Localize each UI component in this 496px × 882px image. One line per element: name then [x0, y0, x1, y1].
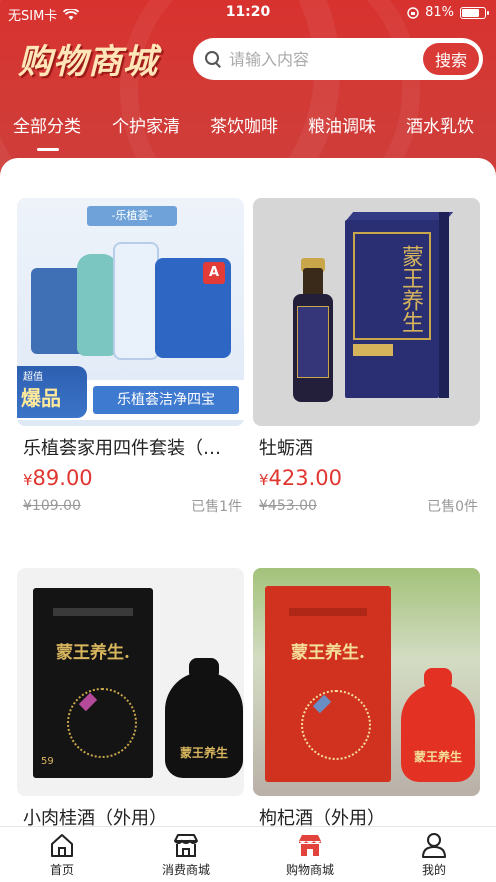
orientation-lock-icon [407, 6, 419, 19]
status-bar: 无SIM卡 11:20 81% [0, 0, 496, 26]
product-image: 蒙王养生. 59 蒙王养生 [17, 568, 244, 796]
tab-tea-coffee[interactable]: 茶饮咖啡 [210, 112, 278, 137]
battery-fill [462, 8, 479, 17]
gift-box: 蒙王养生. 59 [33, 588, 153, 778]
battery-percent: 81% [425, 5, 454, 20]
product-card[interactable]: 蒙王养生. 蒙王养生 枸杞酒（外用） [253, 568, 480, 828]
search-bar: 搜索 [193, 38, 483, 80]
tab-drinks[interactable]: 酒水乳饮 [406, 112, 474, 137]
box-swirl [67, 688, 137, 758]
product-card[interactable]: 蒙王养生. 59 蒙王养生 小肉桂酒（外用） [17, 568, 244, 828]
currency-symbol: ¥ [23, 471, 33, 489]
box-stripe [289, 608, 367, 616]
search-icon [205, 51, 221, 67]
box-title: 蒙王养生. [291, 643, 365, 663]
box-tag [353, 344, 393, 356]
product-price: ¥423.00 [259, 466, 342, 490]
bottle-text: 蒙王养生 [179, 746, 228, 760]
tabbar-label: 首页 [49, 863, 74, 877]
price-value: 89.00 [32, 466, 93, 490]
product-name: 乐植荟家用四件套装（… [23, 438, 221, 459]
product-image: -乐植荟- A 超值 爆品 乐植荟洁净四宝 [17, 198, 244, 426]
app-logo: 购物商城 [18, 42, 158, 82]
image-slogan: 乐植荟洁净四宝 [93, 386, 239, 414]
store-icon [174, 834, 198, 857]
box-title: 蒙王养生 [353, 232, 431, 340]
hot-badge: 超值 爆品 [17, 366, 87, 418]
tabbar-home[interactable]: 首页 [0, 827, 124, 882]
product-name: 牡蛎酒 [259, 438, 313, 459]
status-right: 81% [407, 5, 489, 20]
gourd-bottle [401, 684, 475, 782]
product-name: 枸杞酒（外用） [259, 808, 385, 828]
original-price: ¥453.00 [259, 498, 317, 514]
shop-icon [299, 835, 321, 856]
tabbar-mine[interactable]: 我的 [372, 827, 496, 882]
product-image: 蒙王养生 [253, 198, 480, 426]
tabbar-label: 购物商城 [285, 863, 334, 877]
pack-letter: A [203, 262, 225, 284]
price-value: 423.00 [268, 466, 343, 490]
battery-icon [460, 6, 489, 19]
search-input[interactable] [229, 49, 409, 69]
gift-box: 蒙王养生 [345, 220, 439, 398]
bottle-label [297, 306, 329, 378]
box-number: 59 [41, 756, 54, 767]
bottle-text: 蒙王养生 [413, 750, 462, 764]
bottom-tab-bar: 首页 消费商城 购物商城 我的 [0, 826, 496, 882]
user-icon [422, 833, 446, 858]
hot-badge-big: 爆品 [21, 386, 61, 410]
tab-grain-oil[interactable]: 粮油调味 [308, 112, 376, 137]
tabbar-label: 我的 [421, 863, 446, 877]
product-card[interactable]: 蒙王养生 牡蛎酒 ¥423.00 ¥453.00 已售0件 [253, 198, 480, 528]
tabbar-consume-mall[interactable]: 消费商城 [124, 827, 248, 882]
product-grid: -乐植荟- A 超值 爆品 乐植荟洁净四宝 乐植荟家用四件套装（… ¥89.00… [0, 158, 496, 828]
category-tabs: 全部分类 个护家清 茶饮咖啡 粮油调味 酒水乳饮 [0, 112, 496, 152]
gift-box: 蒙王养生. [265, 586, 391, 782]
sold-count: 已售1件 [191, 499, 242, 515]
original-price: ¥109.00 [23, 498, 81, 514]
header: 无SIM卡 11:20 81% 购物商城 搜索 全部分类 个护家清 茶饮咖啡 粮… [0, 0, 496, 175]
box-swirl [301, 690, 371, 760]
tab-personal-care[interactable]: 个护家清 [112, 112, 180, 137]
product-name: 小肉桂酒（外用） [23, 808, 167, 828]
box-stripe [53, 608, 133, 616]
product-bottle [77, 254, 117, 356]
product-card[interactable]: -乐植荟- A 超值 爆品 乐植荟洁净四宝 乐植荟家用四件套装（… ¥89.00… [17, 198, 244, 528]
hot-badge-small: 超值 [23, 372, 43, 383]
product-spray [113, 242, 159, 360]
image-banner: -乐植荟- [87, 206, 177, 226]
tabbar-shop-mall[interactable]: 购物商城 [248, 827, 372, 882]
box-side [439, 212, 449, 398]
currency-symbol: ¥ [259, 471, 269, 489]
search-button[interactable]: 搜索 [423, 43, 479, 75]
box-title: 蒙王养生. [56, 643, 130, 663]
gourd-bottle [165, 672, 243, 778]
product-image: 蒙王养生. 蒙王养生 [253, 568, 480, 796]
tabbar-label: 消费商城 [161, 863, 210, 877]
tab-all[interactable]: 全部分类 [13, 112, 81, 151]
product-price: ¥89.00 [23, 466, 93, 490]
sold-count: 已售0件 [427, 499, 478, 515]
home-icon [51, 834, 73, 857]
